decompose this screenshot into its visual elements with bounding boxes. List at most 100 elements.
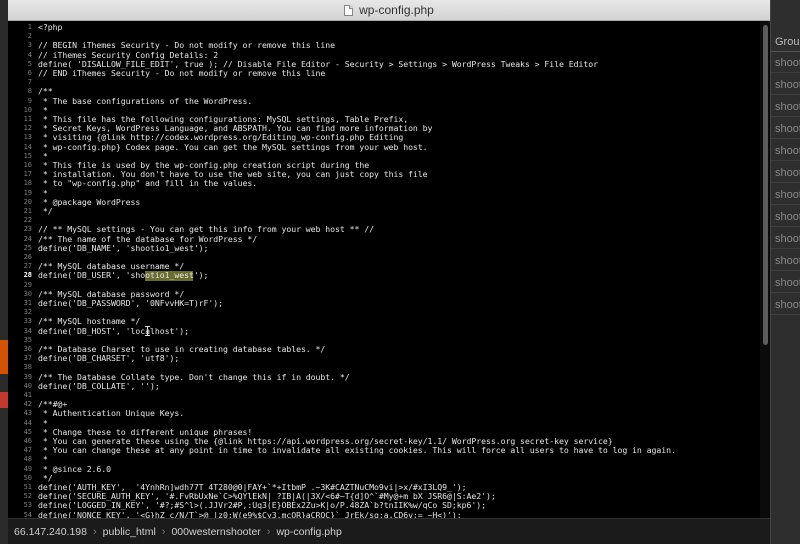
code-line[interactable]: 9 * The base configurations of the WordP…	[28, 95, 758, 106]
line-number: 27	[23, 262, 32, 271]
line-number: 11	[23, 115, 32, 123]
chevron-right-icon: ›	[266, 525, 271, 538]
path-breadcrumb[interactable]: public_html	[103, 526, 156, 538]
code-line[interactable]: 19 *	[24, 188, 758, 198]
line-number: 41	[23, 391, 32, 399]
line-number: 37	[23, 354, 32, 363]
ibeam-cursor-icon	[145, 326, 151, 336]
line-number: 35	[23, 335, 32, 344]
path-breadcrumb[interactable]: wp-config.php	[276, 526, 341, 538]
code-line[interactable]: 1 <?php	[28, 22, 758, 32]
line-number: 36	[23, 345, 32, 353]
line-number: 28	[23, 271, 32, 280]
code-line[interactable]: 18 * to "wp-config.php" and fill in the …	[24, 179, 758, 188]
code-line[interactable]: 6 // END iThemes Security - Do not modify…	[28, 68, 758, 78]
line-number: 13	[23, 133, 32, 142]
editor-window: wp-config.php 1 <?php 2 3// BEGIN iThemes S…	[8, 0, 770, 544]
background-column-header: Group	[771, 32, 800, 52]
path-breadcrumb[interactable]: 66.147.240.198	[14, 526, 87, 538]
code-line[interactable]: 48 *	[24, 455, 758, 464]
background-list-row: shootic	[771, 251, 800, 271]
line-number: 24	[23, 234, 32, 243]
background-list-row: shootic	[771, 141, 800, 161]
code-area[interactable]: 1 <?php 2 3// BEGIN iThemes Security - Do n…	[24, 21, 758, 518]
code-text: define('DB_HOST', 'localhost');	[38, 325, 189, 336]
code-line[interactable]: 25 define('DB_NAME', 'shootio1_west');	[24, 243, 758, 253]
code-line[interactable]: 47 * You can change these at any point i…	[24, 445, 758, 456]
line-number: 17	[23, 170, 32, 179]
code-text: define('DB_USER', 'shootio1_west');	[38, 270, 209, 281]
chevron-right-icon: ›	[161, 525, 166, 538]
line-number: 8	[27, 87, 32, 96]
window-title: wp-config.php	[359, 3, 434, 17]
code-line[interactable]: 41	[24, 391, 758, 400]
line-number: 4	[27, 50, 32, 59]
path-breadcrumb[interactable]: 000westernshooter	[171, 526, 260, 538]
line-number: 21	[23, 207, 32, 215]
line-number: 10	[23, 105, 32, 114]
code-line[interactable]: 7	[28, 78, 758, 87]
code-line[interactable]: 49 * @since 2.6.0	[24, 464, 758, 474]
line-number: 22	[23, 216, 32, 225]
line-number: 38	[23, 363, 32, 372]
line-number: 42	[23, 400, 32, 409]
line-number: 48	[23, 455, 32, 464]
line-number: 6	[27, 69, 32, 77]
code-text: // END iThemes Security - Do not modify …	[38, 68, 326, 78]
background-list-row: shootic	[771, 295, 800, 315]
background-list-row: shootic	[771, 97, 800, 117]
background-list-row: shootic	[771, 207, 800, 227]
line-number: 52	[23, 492, 32, 501]
line-number: 25	[23, 243, 32, 252]
line-number: 43	[23, 409, 32, 418]
title-bar[interactable]: wp-config.php	[8, 0, 770, 21]
line-number: 39	[23, 372, 32, 381]
line-number: 19	[23, 188, 32, 197]
line-number: 45	[23, 427, 32, 436]
line-number: 5	[27, 59, 32, 68]
line-number: 14	[23, 142, 32, 151]
code-line[interactable]: 31 define('DB_PASSWORD', '0NFvvHK=T)rF');	[24, 298, 758, 308]
line-number: 51	[23, 483, 32, 491]
code-line[interactable]: 37 define('DB_CHARSET', 'utf8');	[24, 353, 758, 364]
background-list-row: shootic	[771, 119, 800, 139]
line-number: 54	[23, 510, 32, 518]
line-number: 15	[23, 151, 32, 160]
code-line[interactable]: 43 * Authentication Unique Keys.	[24, 408, 758, 419]
scrollbar-thumb[interactable]	[763, 25, 768, 345]
code-line[interactable]: 54 define('NONCE_KEY', '<G}hZ_c/N/T`>@_|z…	[24, 509, 758, 518]
code-line[interactable]: 28 define('DB_USER', 'shootio1_west');	[24, 270, 758, 281]
background-list-row: shootic	[771, 229, 800, 249]
line-number: 1	[27, 23, 32, 31]
line-number: 7	[27, 78, 32, 87]
code-line[interactable]: 32	[24, 308, 758, 317]
code-text: * You can change these at any point in t…	[38, 445, 676, 456]
code-text: * The base configurations of the WordPre…	[38, 95, 253, 106]
line-number: 40	[23, 381, 32, 390]
code-text: <?php	[38, 22, 63, 32]
line-number: 32	[23, 308, 32, 317]
code-line[interactable]: 20 * @package WordPress	[24, 197, 758, 207]
code-text: define('DB_CHARSET', 'utf8');	[38, 353, 180, 364]
background-accent	[0, 340, 8, 374]
chevron-right-icon: ›	[93, 525, 97, 538]
vertical-scrollbar[interactable]	[760, 21, 770, 518]
path-bar: 66.147.240.198 › public_html › 000westernsho…	[8, 518, 770, 544]
line-number: 2	[27, 32, 32, 41]
code-text: define('NONCE_KEY', '<G}hZ_c/N/T`>@_|z0:…	[38, 509, 462, 518]
line-number: 3	[27, 41, 32, 50]
line-number: 16	[23, 161, 32, 169]
background-list-row: shootic	[771, 273, 800, 293]
code-text: * Authentication Unique Keys.	[38, 408, 185, 419]
line-number: 46	[23, 437, 32, 445]
code-line[interactable]: 21 */	[24, 206, 758, 216]
line-number: 31	[23, 299, 32, 307]
line-number: 9	[27, 96, 32, 105]
background-list-row: shootic	[771, 185, 800, 205]
code-editor[interactable]: 1 <?php 2 3// BEGIN iThemes Security - Do n…	[8, 21, 770, 518]
line-number: 20	[23, 197, 32, 206]
code-text: */	[38, 206, 53, 216]
background-app-panel: Group shooticshooticshooticshooticshooti…	[770, 0, 800, 544]
code-line[interactable]: 40 define('DB_COLLATE', '');	[24, 381, 758, 391]
code-line[interactable]: 14 * wp-config.php} Codex page. You can …	[24, 142, 758, 152]
